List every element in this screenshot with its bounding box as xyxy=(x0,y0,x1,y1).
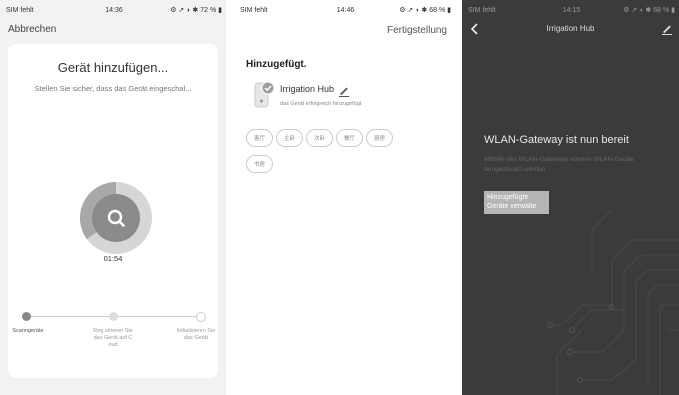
room-chips: 客厅 主卧 次卧 餐厅 厨房书房 xyxy=(246,127,446,179)
status-bar: SIM fehlt 14:15 ⚙ ➚ ◗ ✱ 68 % ▮ xyxy=(468,6,675,15)
page-title: Irrigation Hub xyxy=(546,24,595,33)
room-chip[interactable]: 厨房 xyxy=(366,129,394,147)
progress-card: Gerät hinzufügen... Stellen Sie sicher, … xyxy=(8,44,218,378)
device-icon xyxy=(254,80,275,110)
instruction-text: Stellen Sie sicher, dass das Gerät einge… xyxy=(34,84,192,93)
step-label-scan: Scanngeräte xyxy=(12,328,44,334)
room-chip[interactable]: 客厅 xyxy=(246,129,274,147)
room-chip[interactable]: 主卧 xyxy=(276,129,304,147)
scan-icon xyxy=(22,312,31,321)
status-bar: SIM fehlt 14:36 ⚙ ➚ ◗ ✱ 72 % ▮ xyxy=(6,6,222,15)
gateway-heading: WLAN-Gateway ist nun bereit xyxy=(484,134,629,146)
status-bar: SIM fehlt 14:46 ⚙ ➚ ◗ ✱ 68 % ▮ xyxy=(240,6,451,15)
battery-label: ⚙ ➚ ◗ ✱ 68 % ▮ xyxy=(623,7,675,14)
finish-button[interactable]: Fertigstellung xyxy=(387,25,447,36)
screen-add-device: SIM fehlt 14:36 ⚙ ➚ ◗ ✱ 72 % ▮ Abbrechen… xyxy=(0,0,226,395)
carrier-label: SIM fehlt xyxy=(468,7,496,14)
battery-label: ⚙ ➚ ◗ ✱ 68 % ▮ xyxy=(399,7,451,14)
screen-device-added: SIM fehlt 14:46 ⚙ ➚ ◗ ✱ 68 % ▮ Fertigste… xyxy=(234,0,455,395)
cloud-icon xyxy=(109,312,118,321)
cancel-button[interactable]: Abbrechen xyxy=(8,24,56,35)
edit-icon[interactable] xyxy=(661,22,673,35)
check-icon xyxy=(196,312,206,322)
edit-icon[interactable] xyxy=(338,84,350,97)
step-label-register: Reg strieren Sie das Gerät auf C oud xyxy=(93,328,133,348)
room-chip[interactable]: 书房 xyxy=(246,155,274,173)
carrier-label: SIM fehlt xyxy=(240,7,268,14)
added-heading: Hinzugefügt. xyxy=(246,59,307,70)
button-line-1: Hinzugefügte xyxy=(487,194,529,201)
device-status-text: das Gerät erfolgreich hinzugefügt xyxy=(280,101,362,107)
page-title: Gerät hinzufügen... xyxy=(57,60,169,75)
screen-gateway-ready: SIM fehlt 14:15 ⚙ ➚ ◗ ✱ 68 % ▮ Irrigatio… xyxy=(462,0,679,395)
device-name: Irrigation Hub xyxy=(280,84,335,94)
step-label-init: Initialisieren Sie das Gerät xyxy=(176,328,216,341)
circuit-pattern xyxy=(547,210,679,395)
gateway-description: Mithilfe des WLAN-Gateways können WLAN-G… xyxy=(484,156,635,173)
battery-label: ⚙ ➚ ◗ ✱ 72 % ▮ xyxy=(170,7,222,14)
room-chip[interactable]: 次卧 xyxy=(306,129,334,147)
countdown-timer: 01:54 xyxy=(103,254,123,263)
room-chip[interactable]: 餐厅 xyxy=(336,129,364,147)
carrier-label: SIM fehlt xyxy=(6,7,34,14)
progress-ring xyxy=(78,180,154,256)
